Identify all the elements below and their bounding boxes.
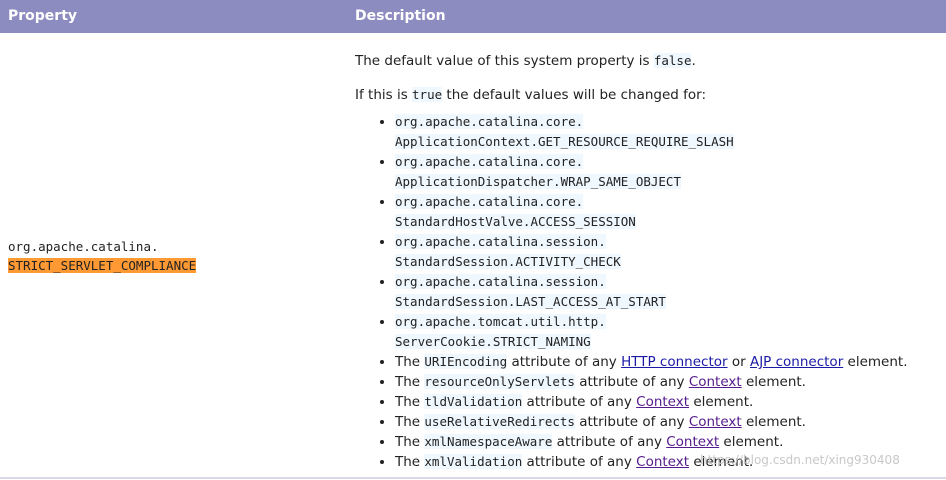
text: If this is (355, 87, 413, 103)
list-item: org.apache.catalina.core. StandardHostVal… (395, 192, 935, 232)
text: . (691, 53, 696, 69)
code-true: true (412, 87, 443, 102)
context-link[interactable]: Context (636, 454, 689, 470)
text: element. (741, 374, 806, 390)
list-item: The xmlNamespaceAware attribute of any C… (395, 432, 935, 452)
ajp-connector-link[interactable]: AJP connector (750, 354, 843, 370)
http-connector-link[interactable]: HTTP connector (621, 354, 727, 370)
text: or (727, 354, 750, 370)
text: element. (719, 434, 784, 450)
code-line: org.apache.catalina.session. (395, 274, 606, 289)
list-item: org.apache.catalina.core. ApplicationDisp… (395, 152, 935, 192)
list-item: The resourceOnlyServlets attribute of an… (395, 372, 935, 392)
list-item: org.apache.catalina.session. StandardSess… (395, 272, 935, 312)
list-item: The useRelativeRedirects attribute of an… (395, 412, 935, 432)
list-item: The tldValidation attribute of any Conte… (395, 392, 935, 412)
text: attribute of any (574, 374, 689, 390)
code-line: org.apache.catalina.core. (395, 114, 584, 129)
context-link[interactable]: Context (666, 434, 719, 450)
code-line: org.apache.tomcat.util.http. (395, 314, 606, 329)
code-line: StandardSession.ACTIVITY_CHECK (395, 254, 621, 269)
code-line: org.apache.catalina.session. (395, 234, 606, 249)
property-name-highlighted: STRICT_SERVLET_COMPLIANCE (8, 258, 197, 273)
text: element. (843, 354, 908, 370)
text: attribute of any (507, 354, 622, 370)
context-link[interactable]: Context (689, 414, 742, 430)
text: attribute of any (574, 414, 689, 430)
text: The (395, 454, 425, 470)
code-line: StandardHostValve.ACCESS_SESSION (395, 214, 636, 229)
table-header-row: Property Description (0, 0, 946, 33)
description-column-header: Description (355, 8, 446, 24)
text: element. (689, 394, 754, 410)
code-attr: xmlValidation (424, 454, 523, 469)
if-true-paragraph: If this is true the default values will … (355, 86, 935, 112)
text: attribute of any (552, 434, 667, 450)
text: The (395, 354, 425, 370)
changed-defaults-list: org.apache.catalina.core. ApplicationCont… (355, 112, 935, 472)
text: The (395, 374, 425, 390)
context-link[interactable]: Context (636, 394, 689, 410)
property-cell: org.apache.catalina. STRICT_SERVLET_COMP… (8, 237, 197, 275)
list-item: org.apache.catalina.session. StandardSess… (395, 232, 935, 272)
code-line: ApplicationDispatcher.WRAP_SAME_OBJECT (395, 174, 681, 189)
property-name-line1: org.apache.catalina. (8, 239, 159, 254)
code-uriencoding: URIEncoding (424, 354, 508, 369)
code-line: org.apache.catalina.core. (395, 154, 584, 169)
code-line: ApplicationContext.GET_RESOURCE_REQUIRE_… (395, 134, 734, 149)
code-attr: useRelativeRedirects (424, 414, 575, 429)
row-bottom-border (0, 477, 946, 479)
code-line: ServerCookie.STRICT_NAMING (395, 334, 591, 349)
code-attr: tldValidation (424, 394, 523, 409)
code-line: org.apache.catalina.core. (395, 194, 584, 209)
description-cell: The default value of this system propert… (355, 52, 935, 472)
text: attribute of any (522, 454, 637, 470)
default-value-paragraph: The default value of this system propert… (355, 52, 935, 86)
text: the default values will be changed for: (442, 87, 707, 103)
text: attribute of any (522, 394, 637, 410)
code-false: false (653, 53, 692, 68)
list-item-uriencoding: The URIEncoding attribute of any HTTP co… (395, 352, 935, 372)
watermark: https://blog.csdn.net/xing930408 (700, 453, 900, 467)
text: The (395, 434, 425, 450)
text: The (395, 414, 425, 430)
property-column-header: Property (8, 8, 78, 24)
code-line: StandardSession.LAST_ACCESS_AT_START (395, 294, 666, 309)
text: The default value of this system propert… (355, 53, 654, 69)
text: The (395, 394, 425, 410)
list-item: org.apache.catalina.core. ApplicationCont… (395, 112, 935, 152)
code-attr: xmlNamespaceAware (424, 434, 553, 449)
list-item: org.apache.tomcat.util.http. ServerCookie… (395, 312, 935, 352)
code-attr: resourceOnlyServlets (424, 374, 575, 389)
context-link[interactable]: Context (689, 374, 742, 390)
text: element. (741, 414, 806, 430)
